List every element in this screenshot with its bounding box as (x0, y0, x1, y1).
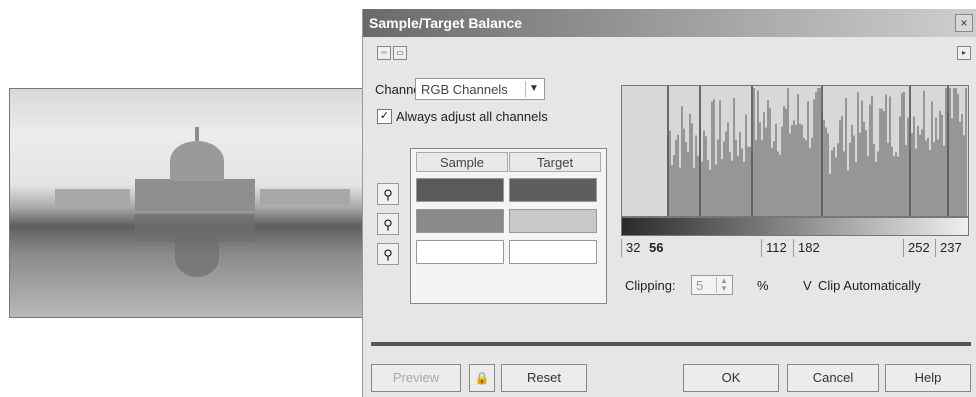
expand-arrow-icon[interactable]: ▸ (957, 46, 971, 60)
channel-select-value: RGB Channels (421, 82, 508, 97)
midtone-eyedropper-icon[interactable]: ⚲ (377, 213, 399, 235)
side-building-shape (260, 189, 350, 205)
adjust-all-label: Always adjust all channels (396, 109, 548, 124)
input-high-value[interactable]: 56 (645, 239, 663, 257)
shadow-eyedropper-icon[interactable]: ⚲ (377, 183, 399, 205)
divider (371, 342, 971, 346)
histogram[interactable] (621, 85, 969, 217)
sample-target-balance-dialog: Sample/Target Balance × ▫▫ ▭ ▸ Channel: … (362, 9, 976, 397)
mid-left-value[interactable]: 112 (761, 239, 787, 257)
building-shape (135, 179, 255, 211)
dome-shape (170, 141, 224, 181)
output-high-value[interactable]: 237 (935, 239, 962, 257)
highlight-target-swatch[interactable] (509, 240, 597, 264)
clipping-value: 5 (696, 278, 704, 293)
ok-button[interactable]: OK (683, 364, 779, 392)
clipping-stepper[interactable]: 5 ▲ ▼ (691, 275, 733, 295)
title-bar: Sample/Target Balance × (363, 9, 976, 37)
shadow-target-swatch[interactable] (509, 178, 597, 202)
clipping-unit: % (757, 278, 769, 293)
photo-preview (9, 88, 365, 318)
stepper-arrows-icon[interactable]: ▲ ▼ (716, 277, 731, 293)
clip-auto-label: Clip Automatically (818, 278, 921, 293)
close-icon[interactable]: × (955, 14, 973, 32)
tone-gradient-bar (621, 217, 969, 236)
lock-icon[interactable]: 🔒 (469, 364, 495, 392)
target-column-header: Target (509, 152, 601, 172)
channel-select[interactable]: RGB Channels ▼ (415, 78, 545, 100)
clipping-label: Clipping: (625, 278, 676, 293)
input-low-value[interactable]: 32 (621, 239, 640, 257)
help-button[interactable]: Help (885, 364, 971, 392)
dialog-title: Sample/Target Balance (369, 15, 523, 31)
dome-reflection-shape (175, 239, 219, 277)
side-building-shape (55, 189, 130, 207)
clip-auto-checkbox[interactable]: V (803, 278, 812, 293)
reset-button[interactable]: Reset (501, 364, 587, 392)
midtone-target-swatch[interactable] (509, 209, 597, 233)
adjust-all-checkbox[interactable]: ✓ (377, 109, 392, 124)
highlight-sample-swatch[interactable] (416, 240, 504, 264)
chevron-down-icon[interactable]: ▼ (525, 81, 542, 97)
sample-target-panel: Sample Target (410, 148, 607, 304)
shadow-sample-swatch[interactable] (416, 178, 504, 202)
toolbar-toggle-icon[interactable]: ▫▫ (377, 46, 391, 60)
highlight-eyedropper-icon[interactable]: ⚲ (377, 243, 399, 265)
midtone-sample-swatch[interactable] (416, 209, 504, 233)
cancel-button[interactable]: Cancel (787, 364, 879, 392)
output-low-value[interactable]: 252 (903, 239, 930, 257)
toolbar-view-icon[interactable]: ▭ (393, 46, 407, 60)
mid-right-value[interactable]: 182 (793, 239, 820, 257)
reflection-shape (135, 214, 255, 242)
spire-shape (195, 127, 199, 141)
sample-column-header: Sample (416, 152, 508, 172)
preview-button[interactable]: Preview (371, 364, 461, 392)
